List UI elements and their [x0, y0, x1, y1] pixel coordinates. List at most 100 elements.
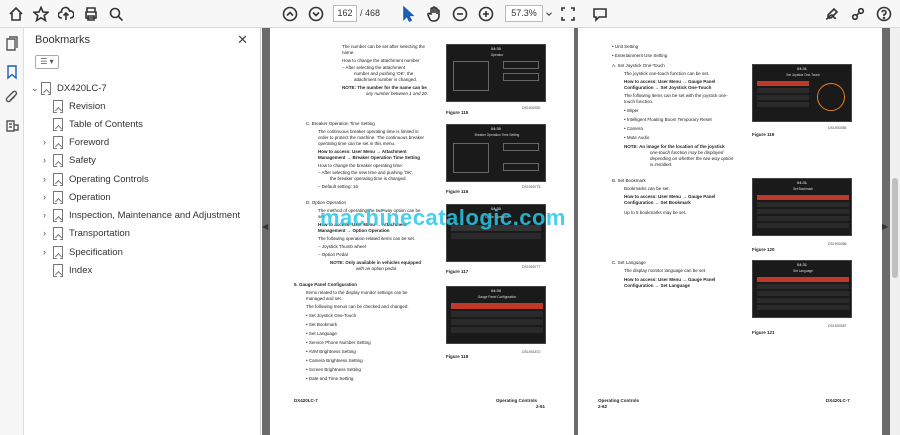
zoom-in-icon[interactable]: [476, 4, 496, 24]
text-line: number and pushing 'OK', the: [354, 71, 414, 76]
screen-title: Set Language: [793, 269, 813, 273]
figure-code: DS1901872: [522, 350, 541, 354]
screen-title: Operator: [490, 53, 504, 57]
page-thumbnails-icon[interactable]: [4, 36, 20, 52]
scrollbar-thumb[interactable]: [892, 178, 898, 278]
text-line: the breaker operating time is changed.: [330, 176, 407, 181]
close-icon[interactable]: ✕: [237, 32, 248, 48]
attachment-icon[interactable]: [4, 90, 20, 106]
text-line: Items related to the display monitor set…: [306, 290, 408, 295]
chevron-down-icon[interactable]: [544, 4, 554, 24]
bookmark-item-specification[interactable]: › Specification: [43, 244, 123, 260]
section-heading: B. Set Bookmark: [612, 178, 646, 183]
bookmark-icon: [53, 172, 63, 186]
zoom-out-icon[interactable]: [450, 4, 470, 24]
bookmark-label: Foreword: [69, 136, 110, 148]
text-line: Bookmarks can be set.: [624, 186, 670, 191]
text-line: attachment number is changed.: [354, 77, 418, 82]
page-number-input[interactable]: 162: [333, 5, 357, 22]
bookmark-icon: [53, 99, 63, 113]
text-line: The number can be set after selecting th…: [342, 44, 426, 49]
text-line: How to access: User Menu → Gauge Panel: [624, 79, 716, 84]
bookmark-icon: [53, 153, 63, 167]
text-line: operating time can be set in this menu.: [318, 141, 396, 146]
bookmark-item-transportation[interactable]: › Transportation: [43, 225, 130, 241]
list-item: • Unit Setting: [612, 44, 639, 49]
screen-panel: [453, 143, 489, 173]
bookmark-item-revision[interactable]: Revision: [43, 98, 105, 114]
text-line: The display monitor language can be set.: [624, 268, 707, 273]
hand-tool-icon[interactable]: [424, 4, 444, 24]
bookmark-icon: [53, 226, 63, 240]
bookmark-icon[interactable]: [4, 64, 20, 80]
screen-selected-row: [451, 303, 543, 309]
figure-code: DS1900357: [828, 324, 847, 328]
screen-row: [451, 311, 543, 317]
chevron-down-icon[interactable]: ⌄: [31, 83, 41, 94]
upload-cloud-icon[interactable]: [56, 4, 76, 24]
screen-row: [757, 88, 809, 93]
screen-title: Gauge Panel Configuration: [477, 295, 517, 299]
star-icon[interactable]: [31, 4, 51, 24]
bookmark-options-button[interactable]: ☰ ▾: [35, 55, 59, 69]
figure-119-screen: 04:31 Set Joystick One-Touch: [752, 64, 852, 122]
bookmark-item-inspection[interactable]: › Inspection, Maintenance and Adjustment: [43, 207, 240, 223]
zoom-level-select[interactable]: 57.3%: [505, 5, 543, 22]
expand-panel-arrow-icon[interactable]: ▶: [882, 222, 888, 231]
page-footer-right: Operating Controls: [496, 398, 538, 403]
section-heading: C. Breaker Operation Time Setting: [306, 121, 375, 126]
screen-row: [757, 95, 809, 100]
vertical-scrollbar[interactable]: [890, 28, 900, 435]
watermark-text: machinecatalogic.com: [320, 205, 566, 230]
side-tool-rail: [0, 28, 24, 435]
list-item: • Wiper: [624, 108, 639, 113]
section-heading: 5. Gauge Panel Configuration: [294, 282, 358, 287]
bookmark-label: Table of Contents: [69, 118, 143, 130]
search-icon[interactable]: [106, 4, 126, 24]
screen-button: [503, 61, 539, 69]
text-line: – Joystick Thumb wheel: [318, 244, 366, 249]
bookmark-item-safety[interactable]: › Safety: [43, 152, 96, 168]
home-icon[interactable]: [6, 4, 26, 24]
chevron-right-icon[interactable]: ›: [43, 137, 53, 147]
fit-page-icon[interactable]: [558, 4, 578, 24]
print-icon[interactable]: [81, 4, 101, 24]
help-icon[interactable]: [874, 4, 894, 24]
share-icon[interactable]: [848, 4, 868, 24]
bookmark-label: Inspection, Maintenance and Adjustment: [69, 209, 241, 221]
collapse-panel-arrow-icon[interactable]: ◀: [262, 222, 268, 231]
chevron-right-icon[interactable]: ›: [43, 247, 53, 257]
list-item: • Camera: [624, 126, 643, 131]
page-footer-right: DX420LC-7: [826, 398, 850, 403]
layers-icon[interactable]: [4, 118, 20, 134]
sign-icon[interactable]: [822, 4, 842, 24]
bookmark-item-operating-controls[interactable]: › Operating Controls: [43, 171, 149, 187]
page-up-icon[interactable]: [280, 4, 300, 24]
text-line: – Default setting: 16: [318, 184, 359, 189]
comment-icon[interactable]: [590, 4, 610, 24]
text-line: managed and set.: [306, 296, 343, 301]
chevron-right-icon[interactable]: ›: [43, 228, 53, 238]
figure-code: DS1900777: [522, 265, 541, 269]
bookmark-icon: [53, 135, 63, 149]
page-down-icon[interactable]: [306, 4, 326, 24]
bookmark-item-operation[interactable]: › Operation: [43, 189, 111, 205]
bookmark-item-foreword[interactable]: › Foreword: [43, 134, 109, 150]
page-footer-left: DX420LC-7: [294, 398, 318, 403]
bookmark-root[interactable]: ⌄ DX420LC-7: [31, 80, 107, 96]
bookmark-label: Transportation: [69, 227, 130, 239]
screen-row: [757, 102, 809, 107]
chevron-right-icon[interactable]: ›: [43, 174, 53, 184]
note-line: NOTE: An image for the location of the j…: [624, 144, 725, 149]
chevron-right-icon[interactable]: ›: [43, 210, 53, 220]
bookmark-item-table-of-contents[interactable]: Table of Contents: [43, 116, 143, 132]
chevron-right-icon[interactable]: ›: [43, 192, 53, 202]
figure-label: Figure 118: [446, 354, 469, 359]
figure-118-screen: 04:30 Gauge Panel Configuration: [446, 286, 546, 344]
note-line: one-touch function may be displayed: [650, 150, 724, 155]
select-cursor-icon[interactable]: [398, 4, 418, 24]
note-line: any number between 1 and 20.: [366, 91, 429, 96]
text-line: – After selecting the new time and pushi…: [318, 170, 414, 175]
chevron-right-icon[interactable]: ›: [43, 155, 53, 165]
bookmark-item-index[interactable]: Index: [43, 262, 92, 278]
